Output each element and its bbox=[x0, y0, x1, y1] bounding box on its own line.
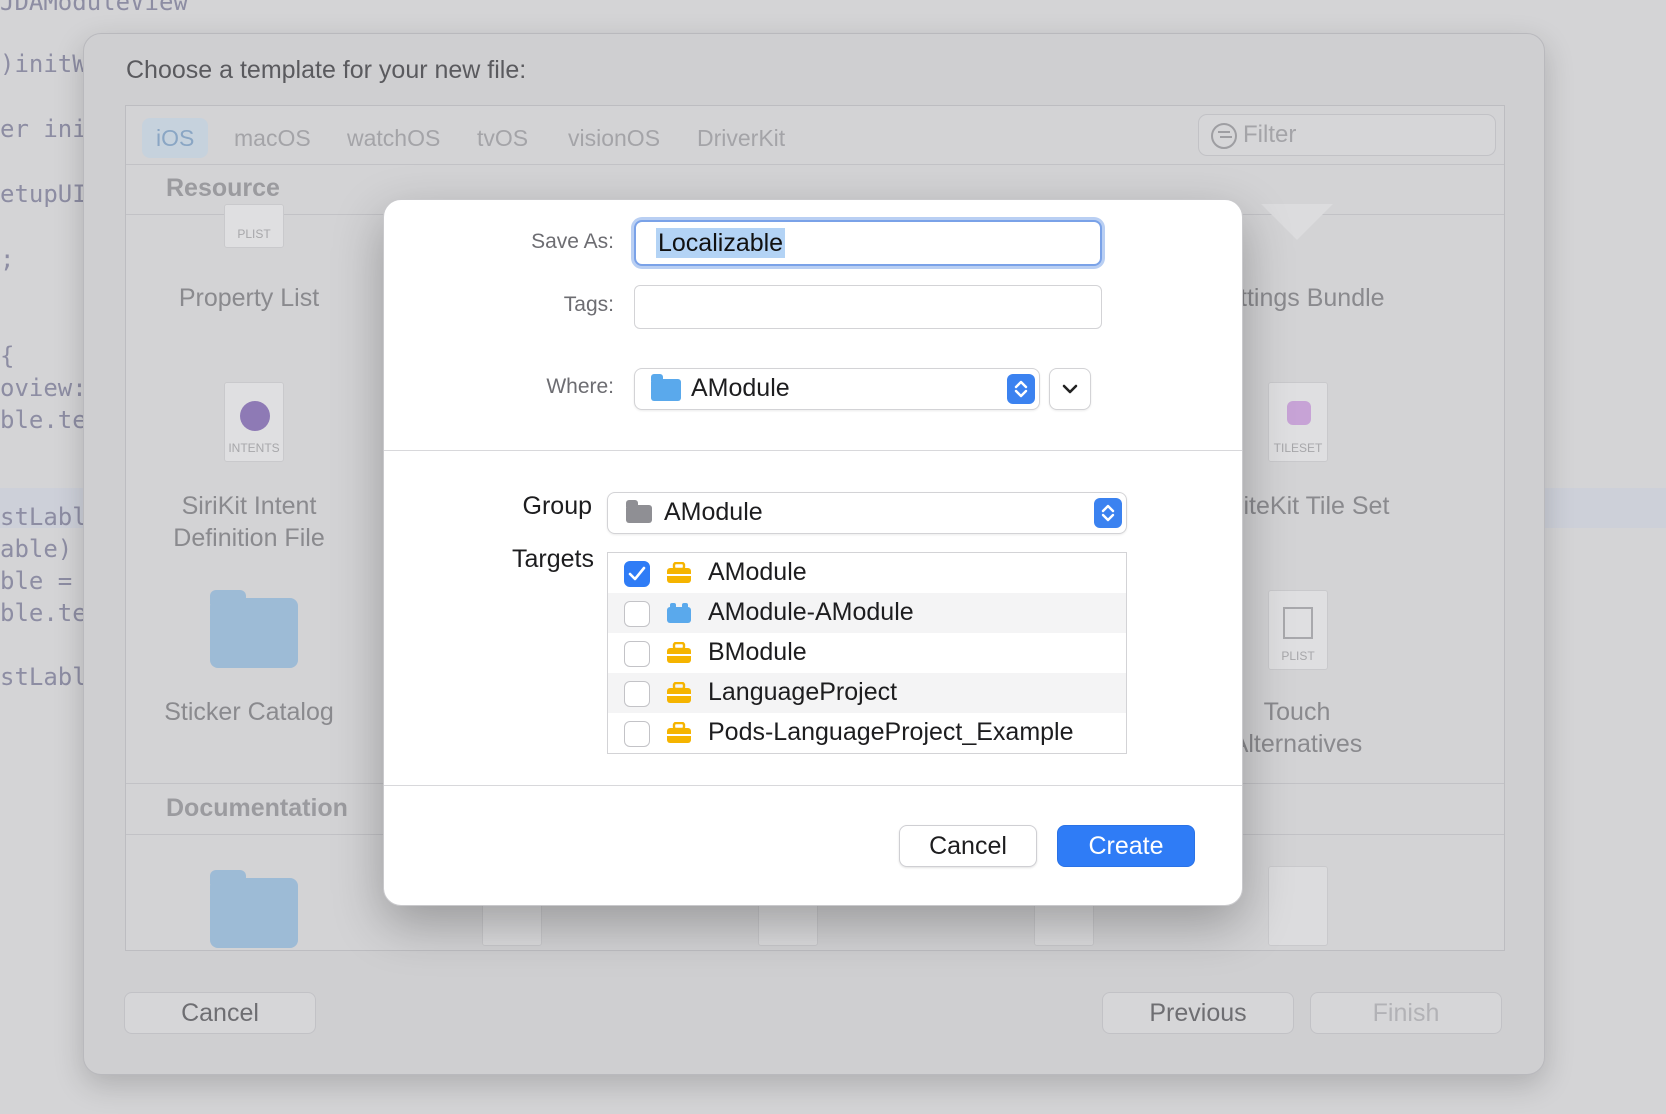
code-line: JDAModuleView bbox=[0, 0, 188, 16]
target-name: LanguageProject bbox=[708, 678, 898, 706]
touch-plist-caption: PLIST bbox=[1281, 649, 1315, 663]
code-line: able) bbox=[0, 535, 73, 563]
target-name: AModule-AModule bbox=[708, 598, 914, 626]
bundle-icon bbox=[667, 603, 691, 623]
plist-icon: PLIST bbox=[224, 204, 284, 248]
sticker-folder-icon bbox=[210, 590, 298, 668]
target-name: Pods-LanguageProject_Example bbox=[708, 718, 1074, 746]
tab-visionos[interactable]: visionOS bbox=[554, 118, 674, 158]
tags-field[interactable] bbox=[634, 285, 1102, 329]
popup-stepper-icon bbox=[1007, 374, 1035, 404]
table-glyph-icon bbox=[1283, 607, 1313, 639]
target-row[interactable]: BModule bbox=[608, 633, 1126, 673]
toolbox-icon bbox=[667, 722, 691, 743]
group-popup[interactable]: AModule bbox=[607, 492, 1127, 534]
template-label-line: Definition File bbox=[173, 524, 325, 552]
target-checkbox[interactable] bbox=[624, 641, 650, 667]
section-title: Documentation bbox=[166, 794, 348, 822]
tab-macos[interactable]: macOS bbox=[220, 118, 325, 158]
toolbox-icon bbox=[667, 682, 691, 703]
intents-icon: INTENTS bbox=[224, 382, 284, 462]
documentation-folder-icon bbox=[210, 870, 298, 948]
target-row[interactable]: LanguageProject bbox=[608, 673, 1126, 713]
target-name: BModule bbox=[708, 638, 807, 666]
tileset-badge-icon bbox=[1287, 401, 1311, 425]
cancel-button[interactable]: Cancel bbox=[899, 825, 1037, 867]
popup-stepper-icon bbox=[1094, 498, 1122, 528]
previous-button[interactable]: Previous bbox=[1102, 992, 1294, 1034]
filter-field[interactable]: Filter bbox=[1198, 114, 1496, 156]
create-button[interactable]: Create bbox=[1057, 825, 1195, 867]
sheet-cancel-button[interactable]: Cancel bbox=[124, 992, 316, 1034]
code-line: stLabl bbox=[0, 503, 87, 531]
tab-ios[interactable]: iOS bbox=[142, 118, 209, 158]
code-line: ble.te bbox=[0, 406, 87, 434]
where-value: AModule bbox=[691, 374, 790, 402]
where-popup[interactable]: AModule bbox=[634, 368, 1040, 410]
intents-caption: INTENTS bbox=[228, 441, 280, 455]
code-line: ; bbox=[0, 245, 15, 273]
document-icon bbox=[1268, 866, 1328, 946]
target-checkbox[interactable] bbox=[624, 681, 650, 707]
filter-placeholder: Filter bbox=[1243, 121, 1297, 148]
code-line: er ini bbox=[0, 115, 87, 143]
filter-icon bbox=[1211, 123, 1237, 149]
tileset-caption: TILESET bbox=[1273, 441, 1323, 455]
group-value: AModule bbox=[664, 498, 763, 526]
settings-bundle-icon bbox=[1261, 204, 1333, 240]
section-title: Resource bbox=[166, 174, 280, 202]
where-label: Where: bbox=[546, 375, 614, 398]
targets-list: AModule AModule-AModule BModule Language… bbox=[607, 552, 1127, 754]
plist-caption: PLIST bbox=[237, 227, 271, 241]
expand-disclosure-button[interactable] bbox=[1049, 368, 1091, 410]
touch-plist-icon: PLIST bbox=[1268, 590, 1328, 670]
tab-driverkit[interactable]: DriverKit bbox=[683, 118, 799, 158]
target-checkbox[interactable] bbox=[624, 601, 650, 627]
tab-tvos[interactable]: tvOS bbox=[463, 118, 542, 158]
save-file-dialog: Save As: Localizable Tags: Where: AModul… bbox=[383, 199, 1243, 906]
code-line: { bbox=[0, 342, 15, 370]
checkmark-icon bbox=[628, 566, 646, 581]
dialog-divider bbox=[384, 785, 1242, 786]
group-folder-icon bbox=[626, 500, 652, 523]
target-checkbox[interactable] bbox=[624, 561, 650, 587]
code-line: ble = bbox=[0, 567, 73, 595]
target-row[interactable]: Pods-LanguageProject_Example bbox=[608, 713, 1126, 753]
finish-button[interactable]: Finish bbox=[1310, 992, 1502, 1034]
save-as-field[interactable]: Localizable bbox=[634, 220, 1102, 266]
target-row[interactable]: AModule-AModule bbox=[608, 593, 1126, 633]
code-line: oview: bbox=[0, 374, 87, 402]
dialog-divider bbox=[384, 450, 1242, 451]
intents-badge-icon bbox=[240, 401, 270, 431]
code-line: ble.te bbox=[0, 599, 87, 627]
code-line: etupUI bbox=[0, 180, 87, 208]
targets-label: Targets bbox=[512, 545, 594, 573]
tab-watchos[interactable]: watchOS bbox=[333, 118, 454, 158]
tileset-icon: TILESET bbox=[1268, 382, 1328, 462]
target-row[interactable]: AModule bbox=[608, 553, 1126, 593]
folder-icon bbox=[651, 374, 681, 401]
target-checkbox[interactable] bbox=[624, 721, 650, 747]
save-as-value: Localizable bbox=[656, 228, 786, 258]
platform-tabs: iOS macOS watchOS tvOS visionOS DriverKi… bbox=[126, 106, 1504, 165]
toolbox-icon bbox=[667, 562, 691, 583]
save-as-label: Save As: bbox=[531, 230, 614, 253]
code-line: stLabl bbox=[0, 663, 87, 691]
toolbox-icon bbox=[667, 642, 691, 663]
target-name: AModule bbox=[708, 558, 807, 586]
code-line: )initW bbox=[0, 50, 87, 78]
template-property-list[interactable]: Property List bbox=[126, 282, 379, 314]
template-label-line: SiriKit Intent bbox=[181, 492, 317, 520]
chevron-down-icon bbox=[1062, 384, 1078, 394]
group-label: Group bbox=[522, 492, 592, 520]
template-sirikit-intent[interactable]: SiriKit Intent Definition File bbox=[126, 490, 379, 554]
tags-label: Tags: bbox=[563, 293, 614, 316]
template-sticker-catalog[interactable]: Sticker Catalog bbox=[126, 696, 379, 728]
sheet-title: Choose a template for your new file: bbox=[126, 56, 527, 84]
